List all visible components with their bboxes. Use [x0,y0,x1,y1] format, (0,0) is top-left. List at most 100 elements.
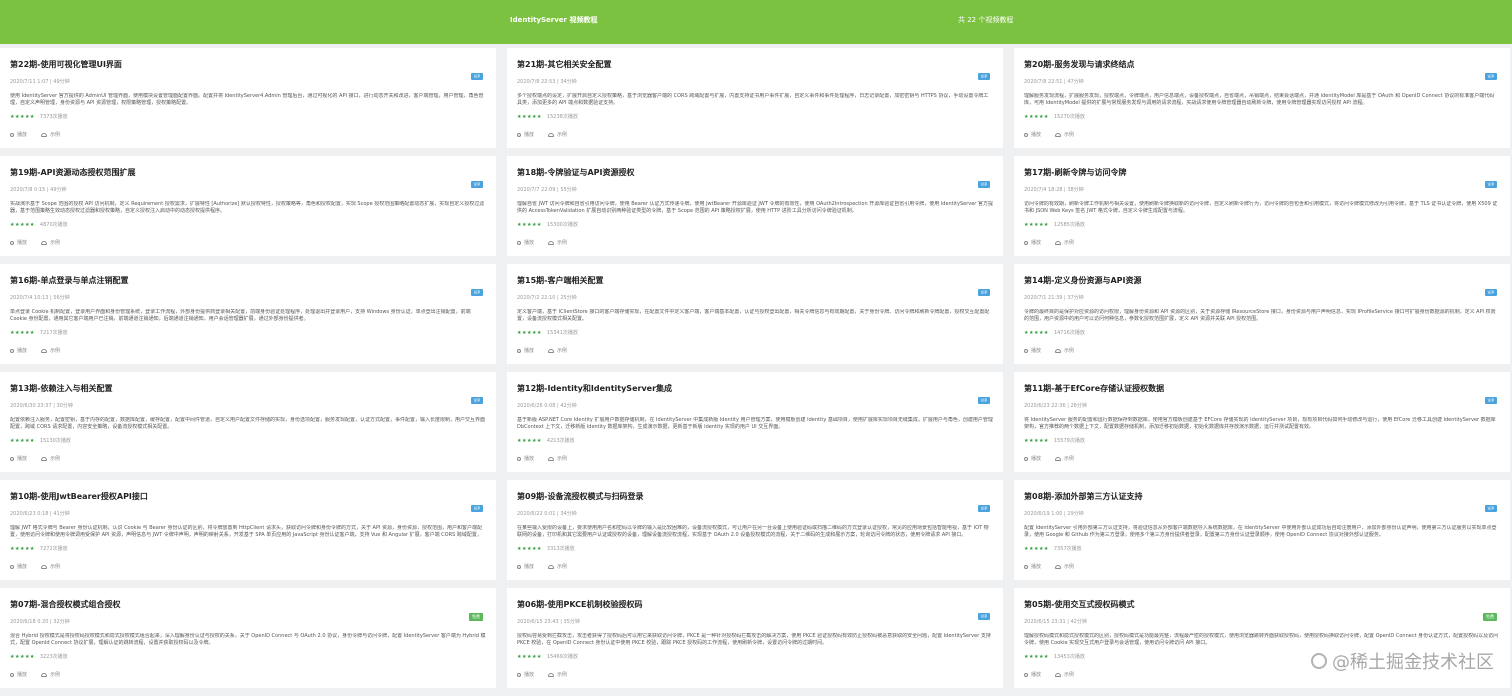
play-button[interactable]: 播放 [10,131,27,138]
video-card[interactable]: 第07期-混合授权模式组合授权 2020/6/18 0:20 | 32分钟 免费… [0,588,496,688]
card-description: 配置依赖注入服务，配置密钥，基于内存的配置，数据库配置，缓存配置，配置中间件管道… [10,417,486,430]
card-title[interactable]: 第05期-使用交互式授权码模式 [1024,599,1500,610]
example-button[interactable]: 示例 [1055,239,1074,246]
card-title[interactable]: 第12期-Identity和IdentityServer集成 [517,383,993,394]
card-title[interactable]: 第08期-添加外部第三方认证支持 [1024,491,1500,502]
video-card[interactable]: 第10期-使用JwtBearer授权API接口 2020/6/23 0:18 |… [0,480,496,580]
video-card[interactable]: 第18期-令牌验证与API资源授权 2020/7/7 22:09 | 55分钟 … [507,156,1003,256]
example-button[interactable]: 示例 [1055,563,1074,570]
card-meta: 2020/7/4 18:28 | 38分钟 [1024,187,1084,193]
play-button[interactable]: 播放 [10,455,27,462]
example-label: 示例 [50,348,61,354]
card-title[interactable]: 第14期-定义身份资源与API资源 [1024,275,1500,286]
video-card[interactable]: 第15期-客户端相关配置 2020/7/2 22:10 | 25分钟 VIP 定… [507,264,1003,364]
play-icon [10,564,14,569]
example-button[interactable]: 示例 [41,131,60,138]
play-button[interactable]: 播放 [1024,131,1041,138]
video-card[interactable]: 第11期-基于EfCore存储认证授权数据 2020/6/23 22:36 | … [1014,372,1510,472]
card-meta: 2020/7/4 10:13 | 56分钟 [10,295,70,301]
card-title[interactable]: 第09期-设备流授权模式与扫码登录 [517,491,993,502]
example-button[interactable]: 示例 [41,455,60,462]
rating-stars-icon: ★★★★★ [517,653,542,660]
play-button[interactable]: 播放 [517,131,534,138]
play-button[interactable]: 播放 [10,563,27,570]
card-title[interactable]: 第11期-基于EfCore存储认证授权数据 [1024,383,1500,394]
card-title[interactable]: 第06期-使用PKCE机制校验授权码 [517,599,993,610]
card-title[interactable]: 第13期-依赖注入与相关配置 [10,383,486,394]
vip-badge: VIP [1484,289,1497,296]
play-icon [10,240,14,245]
example-button[interactable]: 示例 [41,671,60,678]
play-button[interactable]: 播放 [517,671,534,678]
view-count: 14716次播放 [1053,330,1085,336]
example-button[interactable]: 示例 [1055,347,1074,354]
example-button[interactable]: 示例 [548,563,567,570]
example-button[interactable]: 示例 [41,239,60,246]
view-count: 7272次播放 [39,546,68,552]
card-rating: ★★★★★ 15469次播放 [517,653,993,661]
cloud-icon [1055,348,1062,353]
view-count: 15130次播放 [39,438,71,444]
video-card[interactable]: 第20期-服务发现与请求终结点 2020/7/8 22:51 | 47分钟 VI… [1014,48,1510,148]
card-description: 令牌的最终目的是保护对应资源的访问权限，理解身份资源和 API 资源的区别，关于… [1024,309,1496,322]
card-rating: ★★★★★ 3313次播放 [517,545,993,553]
example-button[interactable]: 示例 [548,131,567,138]
video-count: 共 22 个视频教程 [958,16,1014,24]
video-card[interactable]: 第21期-其它相关安全配置 2020/7/8 22:53 | 34分钟 VIP … [507,48,1003,148]
example-button[interactable]: 示例 [548,455,567,462]
play-button[interactable]: 播放 [10,239,27,246]
play-button[interactable]: 播放 [1024,563,1041,570]
play-button[interactable]: 播放 [517,563,534,570]
card-rating: ★★★★★ 15270次播放 [1024,113,1500,121]
example-button[interactable]: 示例 [1055,671,1074,678]
card-title[interactable]: 第15期-客户端相关配置 [517,275,993,286]
play-button[interactable]: 播放 [10,671,27,678]
video-card[interactable]: 第17期-刷新令牌与访问令牌 2020/7/4 18:28 | 38分钟 VIP… [1014,156,1510,256]
video-card[interactable]: 第12期-Identity和IdentityServer集成 2020/6/26… [507,372,1003,472]
play-label: 播放 [1031,456,1042,462]
card-meta: 2020/7/2 22:10 | 25分钟 [517,295,577,301]
card-title[interactable]: 第20期-服务发现与请求终结点 [1024,59,1500,70]
example-button[interactable]: 示例 [548,347,567,354]
example-label: 示例 [1064,240,1075,246]
free-badge: 免费 [1483,613,1497,621]
play-button[interactable]: 播放 [517,239,534,246]
video-card[interactable]: 第19期-API资源动态授权范围扩展 2020/7/8 0:15 | 49分钟 … [0,156,496,256]
example-button[interactable]: 示例 [1055,131,1074,138]
card-description: 将 IdentityServer 服务的配置和运行数据保存到数据库，使用官方模板… [1024,417,1496,430]
card-title[interactable]: 第10期-使用JwtBearer授权API接口 [10,491,486,502]
video-card[interactable]: 第13期-依赖注入与相关配置 2020/6/30 23:37 | 30分钟 VI… [0,372,496,472]
play-button[interactable]: 播放 [1024,347,1041,354]
example-button[interactable]: 示例 [41,563,60,570]
play-button[interactable]: 播放 [517,455,534,462]
card-title[interactable]: 第07期-混合授权模式组合授权 [10,599,486,610]
example-button[interactable]: 示例 [41,347,60,354]
video-card[interactable]: 第06期-使用PKCE机制校验授权码 2020/6/15 23:43 | 35分… [507,588,1003,688]
view-count: 15238次播放 [546,114,578,120]
play-button[interactable]: 播放 [10,347,27,354]
video-card[interactable]: 第16期-单点登录与单点注销配置 2020/7/4 10:13 | 56分钟 V… [0,264,496,364]
card-title[interactable]: 第16期-单点登录与单点注销配置 [10,275,486,286]
example-button[interactable]: 示例 [1055,455,1074,462]
play-button[interactable]: 播放 [1024,671,1041,678]
cloud-icon [41,132,48,137]
cloud-icon [548,132,555,137]
card-title[interactable]: 第17期-刷新令牌与访问令牌 [1024,167,1500,178]
example-button[interactable]: 示例 [548,239,567,246]
card-title[interactable]: 第21期-其它相关安全配置 [517,59,993,70]
example-button[interactable]: 示例 [548,671,567,678]
play-button[interactable]: 播放 [1024,239,1041,246]
card-title[interactable]: 第22期-使用可视化管理UI界面 [10,59,486,70]
video-card[interactable]: 第22期-使用可视化管理UI界面 2020/7/11 1:07 | 49分钟 V… [0,48,496,148]
rating-stars-icon: ★★★★★ [10,221,35,228]
play-button[interactable]: 播放 [1024,455,1041,462]
play-icon [517,132,521,137]
video-card[interactable]: 第14期-定义身份资源与API资源 2020/7/1 21:39 | 37分钟 … [1014,264,1510,364]
play-button[interactable]: 播放 [517,347,534,354]
video-card[interactable]: 第08期-添加外部第三方认证支持 2020/6/19 1:00 | 29分钟 V… [1014,480,1510,580]
video-card[interactable]: 第09期-设备流授权模式与扫码登录 2020/6/22 0:01 | 34分钟 … [507,480,1003,580]
card-title[interactable]: 第19期-API资源动态授权范围扩展 [10,167,486,178]
card-title[interactable]: 第18期-令牌验证与API资源授权 [517,167,993,178]
play-icon [1024,456,1028,461]
play-icon [1024,564,1028,569]
